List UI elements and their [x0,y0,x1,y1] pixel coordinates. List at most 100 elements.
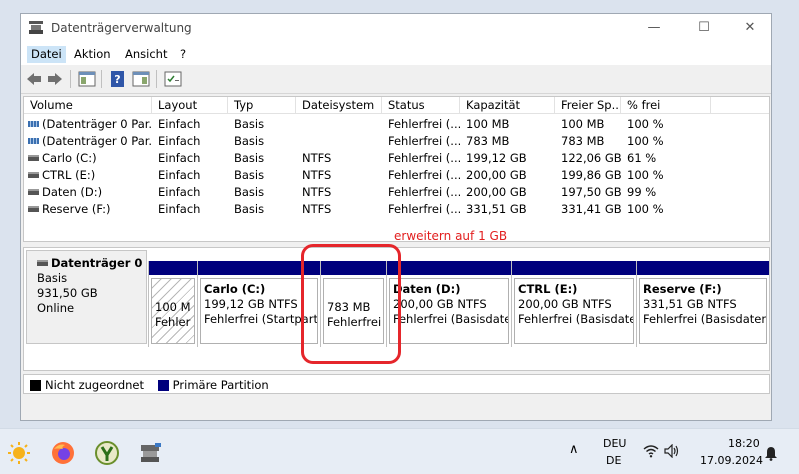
cell-text: 200,00 GB [466,168,527,182]
wifi-icon[interactable] [643,444,659,458]
notification-bell-icon[interactable] [764,446,778,461]
menu-aktion[interactable]: Aktion [70,46,115,63]
cell-volume: CTRL (E:) [24,167,152,184]
table-row[interactable]: (Datenträger 0 Par... Einfach Basis Fehlerf… [24,133,769,150]
cell-frei: 331,41 GB [555,201,621,218]
cell-volume: (Datenträger 0 Par... [24,133,152,150]
menu-ansicht[interactable]: Ansicht [121,46,171,63]
cell-text: 100 % [627,202,664,216]
window-title: Datenträgerverwaltung [51,21,192,35]
cell-text: Einfach [158,117,201,131]
column-header-prozent-frei[interactable]: % frei [621,97,711,114]
properties-pane-icon[interactable] [132,71,150,87]
cell-status: Fehlerfrei (... [382,150,460,167]
cell-prozent: 61 % [621,150,711,167]
volume-icon[interactable] [664,444,680,458]
cell-prozent: 100 % [621,133,711,150]
column-header-layout[interactable]: Layout [152,97,228,114]
cell-text: Einfach [158,185,201,199]
disk-name: Datenträger 0 [51,256,143,270]
cell-text: 100 % [627,168,664,182]
legend-swatch-primary [157,380,169,391]
cell-text: 199,12 GB [466,151,527,165]
weather-widget-icon[interactable] [7,441,31,465]
cell-text: 122,06 GB [561,151,621,165]
cell-layout: Einfach [152,167,228,184]
cell-kapazitaet: 200,00 GB [460,167,555,184]
partition-reserve[interactable]: Reserve (F:) 331,51 GB NTFS Fehlerfrei (… [636,261,769,347]
partition-box: Daten (D:) 200,00 GB NTFS Fehlerfrei (Ba… [389,278,509,344]
back-arrow-icon[interactable] [25,71,43,87]
console-tree-icon[interactable] [78,71,96,87]
title-bar[interactable]: Datenträgerverwaltung — ☐ ✕ [21,14,771,43]
cell-kapazitaet: 783 MB [460,133,555,150]
drive-icon [37,260,48,266]
cell-text: 100 MB [561,117,605,131]
firefox-icon[interactable] [51,441,75,465]
cell-typ: Basis [228,116,296,133]
table-row[interactable]: Daten (D:) Einfach Basis NTFS Fehlerfrei (..… [24,184,769,201]
cell-layout: Einfach [152,133,228,150]
cell-status: Fehlerfrei (... [382,133,460,150]
partition-efi[interactable]: 100 M Fehler [148,261,197,347]
cell-text: NTFS [302,185,332,199]
partition-ctrl[interactable]: CTRL (E:) 200,00 GB NTFS Fehlerfrei (Bas… [511,261,636,347]
cell-text: Daten (D:) [42,185,103,199]
cell-status: Fehlerfrei (... [382,184,460,201]
column-header-volume[interactable]: Volume [24,97,152,114]
app-shield-icon[interactable] [95,441,119,465]
partition-size: 331,51 GB NTFS [643,297,737,311]
drive-icon [28,155,39,161]
minimize-button[interactable]: — [631,14,677,43]
column-header-status[interactable]: Status [382,97,460,114]
close-button[interactable]: ✕ [727,14,771,43]
partition-daten[interactable]: Daten (D:) 200,00 GB NTFS Fehlerfrei (Ba… [386,261,511,347]
cell-frei: 783 MB [555,133,621,150]
cell-text: 199,86 GB [561,168,621,182]
volume-list[interactable]: Volume Layout Typ Dateisystem Status Kap… [23,96,770,242]
language-indicator-bottom[interactable]: DE [606,454,621,467]
partition-status: Fehler [155,315,191,329]
cell-text: 783 MB [466,134,510,148]
partition-size: 200,00 GB NTFS [518,297,612,311]
cell-text: 783 MB [561,134,605,148]
language-indicator-top[interactable]: DEU [603,437,626,450]
menu-help[interactable]: ? [176,46,190,63]
partition-box: Reserve (F:) 331,51 GB NTFS Fehlerfrei (… [639,278,767,344]
partition-bar [512,261,636,275]
table-row[interactable]: CTRL (E:) Einfach Basis NTFS Fehlerfrei (...… [24,167,769,184]
menu-datei[interactable]: Datei [27,46,66,63]
cell-text: Fehlerfrei (... [388,151,460,165]
table-row[interactable]: Carlo (C:) Einfach Basis NTFS Fehlerfrei (..… [24,150,769,167]
cell-status: Fehlerfrei (... [382,116,460,133]
column-header-dateisystem[interactable]: Dateisystem [296,97,382,114]
cell-text: Basis [234,134,265,148]
cell-text: Basis [234,151,265,165]
partition-status: Fehlerfrei (Basisdaten [643,312,767,326]
help-icon[interactable]: ? [109,71,127,87]
cell-kapazitaet: 100 MB [460,116,555,133]
cell-text: Fehlerfrei (... [388,185,460,199]
cell-fs: NTFS [296,150,382,167]
cell-text: Reserve (F:) [42,202,111,216]
chevron-up-icon[interactable]: ∧ [569,442,579,457]
cell-text: Fehlerfrei (... [388,134,460,148]
settings-list-icon[interactable] [164,71,182,87]
forward-arrow-icon[interactable] [46,71,64,87]
column-header-freier-speicher[interactable]: Freier Sp... [555,97,621,114]
drive-icon [28,172,39,178]
maximize-button[interactable]: ☐ [681,14,727,43]
legend: Nicht zugeordnet Primäre Partition [23,374,770,394]
table-row[interactable]: Reserve (F:) Einfach Basis NTFS Fehlerfrei (… [24,201,769,218]
column-header-kapazitaet[interactable]: Kapazität [460,97,555,114]
table-row[interactable]: (Datenträger 0 Par... Einfach Basis Fehlerf… [24,116,769,133]
disk-state: Online [37,301,75,315]
clock-date[interactable]: 17.09.2024 [700,454,763,467]
cell-layout: Einfach [152,184,228,201]
striped-disk-icon [28,121,39,127]
disk-management-taskbar-icon[interactable] [139,441,163,465]
disk-size: 931,50 GB [37,286,98,300]
disk-info-panel[interactable]: Datenträger 0 Basis 931,50 GB Online [26,250,147,344]
clock-time[interactable]: 18:20 [728,437,760,450]
column-header-typ[interactable]: Typ [228,97,296,114]
